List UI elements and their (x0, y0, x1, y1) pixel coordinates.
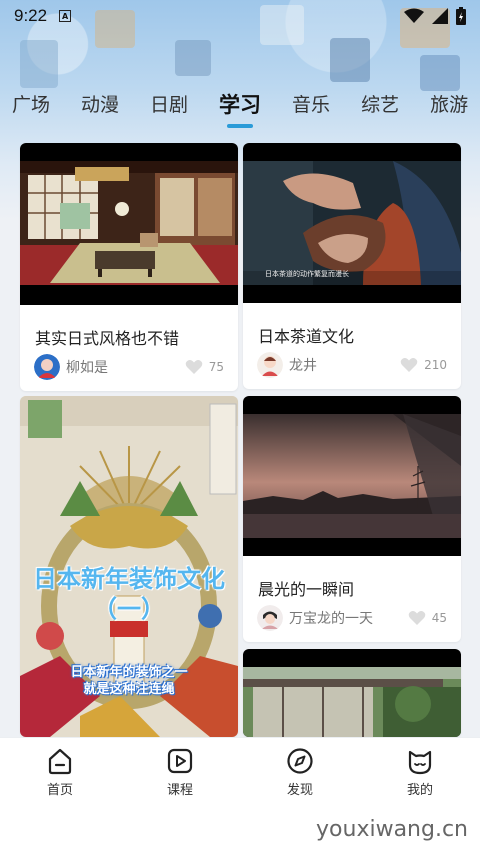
card-title: 日本茶道文化 (258, 329, 355, 346)
avatar[interactable] (34, 354, 60, 380)
overlay-title: 日本新年装饰文化 （一） (33, 565, 225, 623)
status-bar: 9:22 A (0, 0, 480, 32)
heart-icon (400, 358, 418, 372)
avatar[interactable] (257, 605, 283, 631)
video-card[interactable]: 日本茶道的动作繁复而漫长 日本茶道文化 龙井 210 (243, 143, 461, 389)
heart-icon (408, 611, 426, 625)
battery-icon (456, 7, 466, 25)
tab-zongyi[interactable]: 综艺 (361, 82, 399, 117)
tab-lvyou[interactable]: 旅游 (430, 82, 468, 117)
play-icon (167, 748, 193, 774)
tab-yinyue[interactable]: 音乐 (292, 82, 330, 117)
nav-discover[interactable]: 发现 (260, 747, 340, 798)
cat-icon (408, 750, 432, 775)
like-count: 75 (208, 360, 224, 374)
bottom-nav: 首页 课程 发现 我的 (0, 737, 480, 807)
tab-riju[interactable]: 日剧 (150, 82, 188, 117)
like-button[interactable]: 45 (408, 610, 447, 626)
author-name[interactable]: 龙井 (289, 355, 317, 375)
status-time: 9:22 (14, 6, 48, 25)
category-tabs: 广场 动漫 日剧 学习 音乐 综艺 旅游 (0, 82, 480, 132)
video-thumbnail (243, 396, 461, 556)
video-thumbnail: 日本新年装饰文化 （一） 日本新年的装饰之一 就是这种注连绳 (20, 396, 238, 737)
like-count: 210 (424, 358, 447, 372)
card-meta: 万宝龙的一天 45 (257, 605, 447, 631)
watermark: youxiwang.cn (316, 817, 468, 842)
video-thumbnail (243, 649, 461, 737)
nav-label: 发现 (286, 783, 313, 798)
signal-icon (432, 8, 448, 24)
like-count: 45 (431, 611, 447, 625)
like-button[interactable]: 75 (185, 359, 224, 375)
card-title: 晨光的一瞬间 (258, 582, 355, 599)
like-button[interactable]: 210 (400, 357, 447, 373)
compass-icon (287, 748, 313, 774)
video-card[interactable]: 晨光的一瞬间 万宝龙的一天 45 (243, 396, 461, 642)
overlay-subtitle: 日本新年的装饰之一 就是这种注连绳 (70, 665, 188, 697)
nav-course[interactable]: 课程 (140, 747, 220, 798)
video-card[interactable] (243, 649, 461, 737)
tab-xuexi[interactable]: 学习 (219, 82, 261, 119)
nav-label: 首页 (46, 783, 73, 798)
wifi-icon (404, 8, 424, 23)
nav-home[interactable]: 首页 (20, 747, 100, 798)
author-name[interactable]: 万宝龙的一天 (289, 608, 373, 628)
status-icons (404, 7, 466, 25)
video-thumbnail: 日本茶道的动作繁复而漫长 (243, 143, 461, 303)
card-meta: 柳如是 75 (34, 354, 224, 380)
video-thumbnail (20, 143, 238, 305)
video-caption: 日本茶道的动作繁复而漫长 (265, 270, 349, 278)
author-name[interactable]: 柳如是 (66, 357, 108, 377)
card-title: 其实日式风格也不错 (35, 331, 180, 348)
card-meta: 龙井 210 (257, 352, 447, 378)
heart-icon (185, 360, 203, 374)
nav-label: 课程 (166, 783, 193, 798)
nav-label: 我的 (406, 783, 433, 798)
nav-mine[interactable]: 我的 (380, 747, 460, 798)
video-card[interactable]: 其实日式风格也不错 柳如是 75 (20, 143, 238, 391)
tab-dongman[interactable]: 动漫 (81, 82, 119, 117)
tab-guangchang[interactable]: 广场 (12, 82, 50, 117)
home-icon (48, 748, 72, 775)
avatar[interactable] (257, 352, 283, 378)
video-card[interactable]: 日本新年装饰文化 （一） 日本新年的装饰之一 就是这种注连绳 (20, 396, 238, 737)
notification-icon: A (59, 10, 72, 22)
